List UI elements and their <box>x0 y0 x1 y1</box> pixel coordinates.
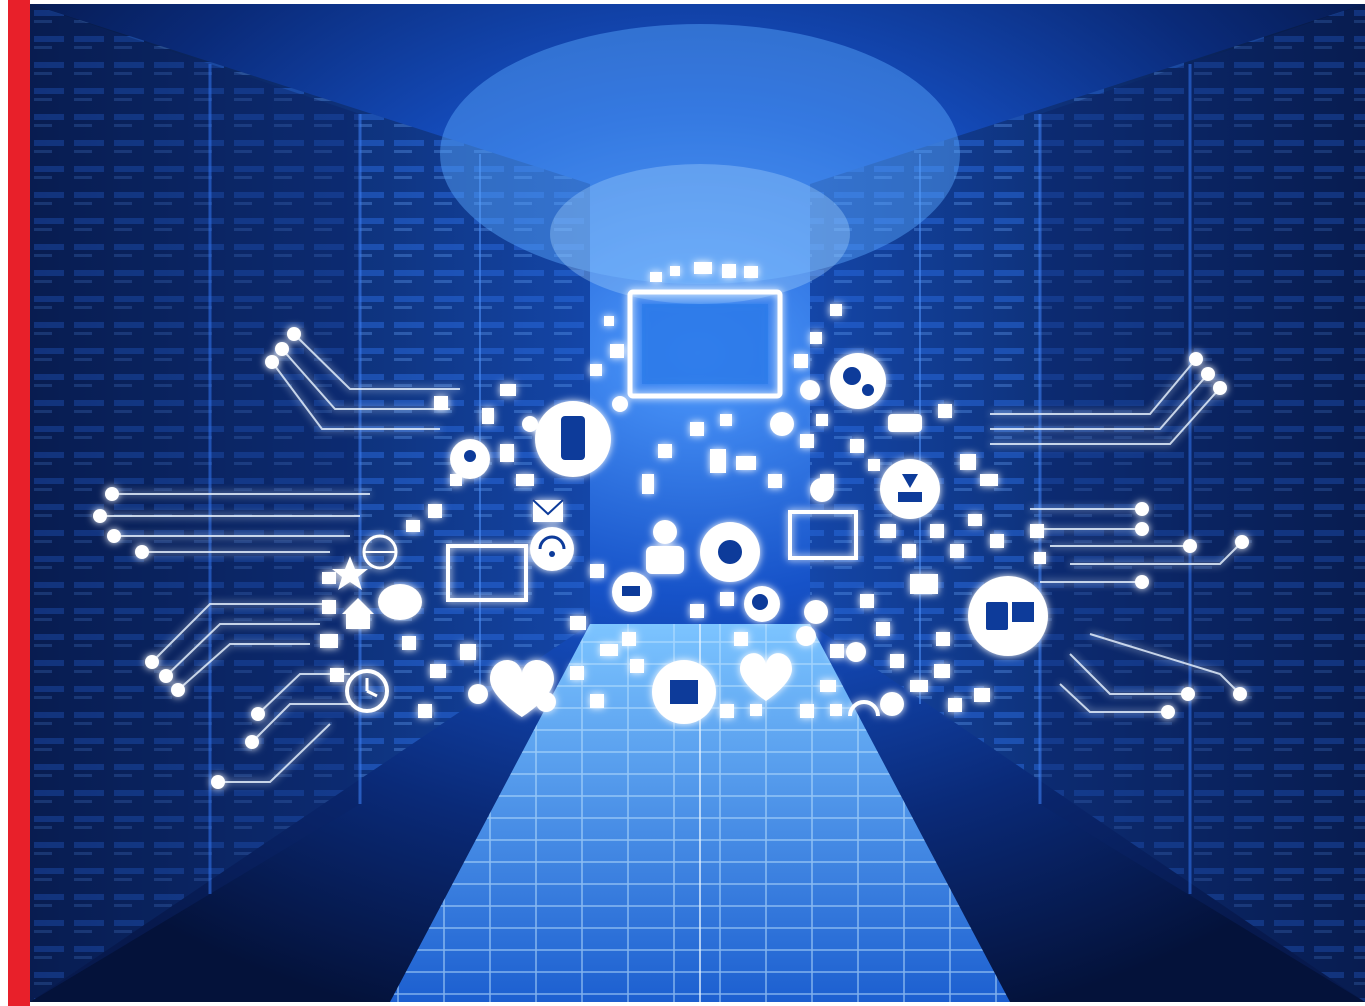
wifi-icon <box>530 527 574 571</box>
cart-icon <box>612 572 652 612</box>
datacenter-cloud-image <box>30 4 1365 1002</box>
dollar-icon <box>770 412 794 436</box>
magnifier-icon <box>744 586 780 622</box>
satellite-icon <box>700 522 760 582</box>
accent-bar <box>8 0 30 1006</box>
printer-icon <box>910 574 938 594</box>
download-icon <box>880 459 940 519</box>
envelope-icon <box>532 499 564 522</box>
camera-icon <box>888 414 922 432</box>
monitor-icon <box>627 289 783 399</box>
puzzle-icon <box>652 660 716 724</box>
phone-icon <box>535 401 611 477</box>
chat-bubble-icon <box>378 584 422 620</box>
gear-icon <box>830 353 886 409</box>
pin-icon <box>450 439 490 479</box>
laptop-icon <box>968 576 1048 656</box>
